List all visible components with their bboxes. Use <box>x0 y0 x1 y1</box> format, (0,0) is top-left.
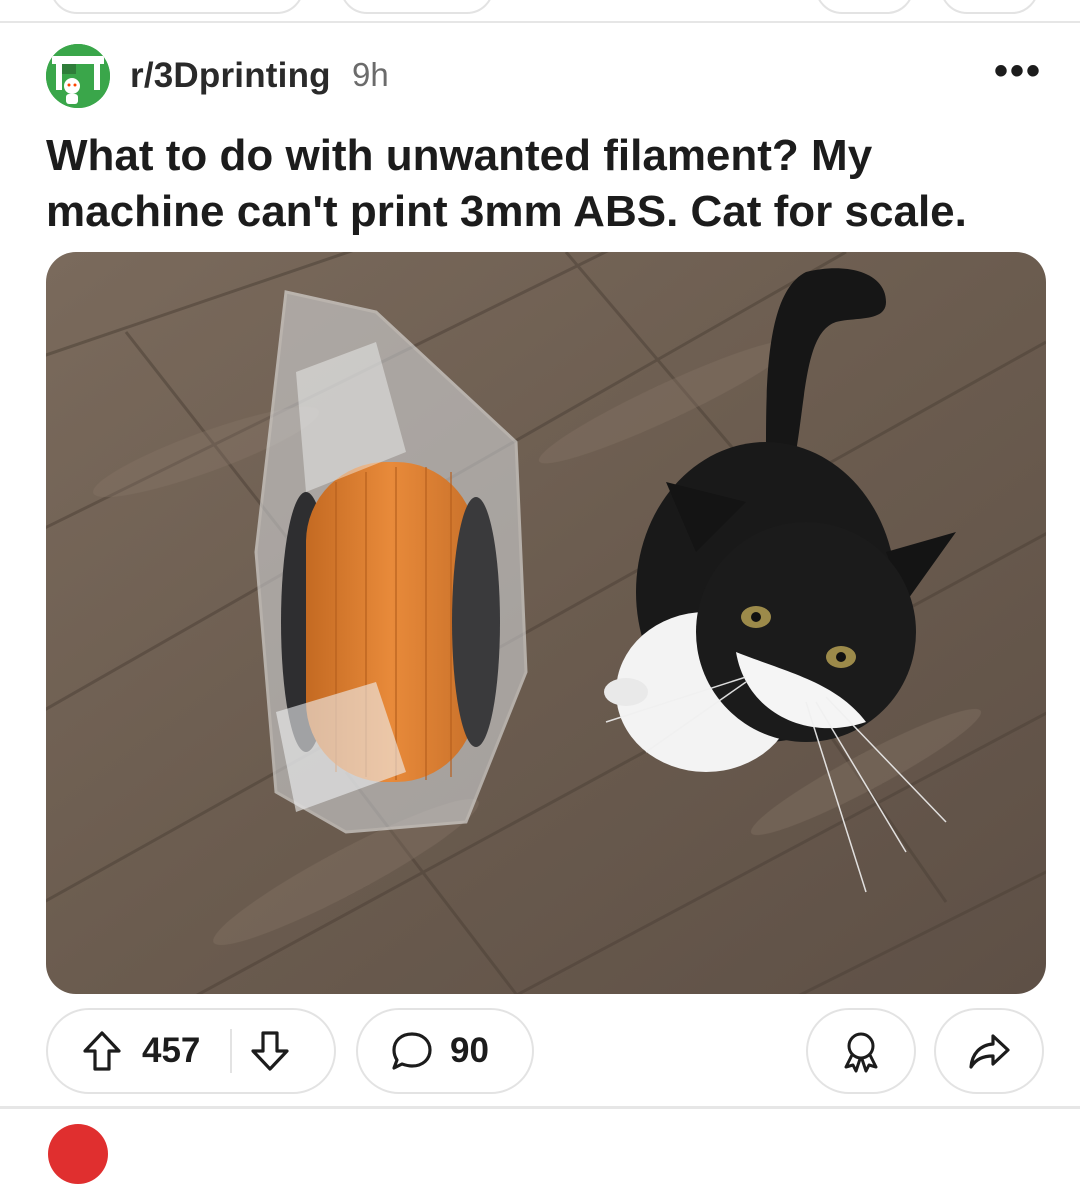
prev-share-pill[interactable] <box>940 0 1039 14</box>
comment-count: 90 <box>450 1031 489 1070</box>
subreddit-avatar[interactable] <box>46 44 110 108</box>
subreddit-name[interactable]: r/3Dprinting <box>130 56 331 96</box>
vote-divider <box>230 1029 233 1073</box>
vote-group: 457 <box>46 1008 336 1094</box>
award-icon <box>839 1029 883 1073</box>
share-icon <box>967 1031 1011 1071</box>
vote-score: 457 <box>142 1031 201 1070</box>
comment-bubble-icon <box>390 1030 434 1072</box>
post-age: 9h <box>352 56 389 93</box>
upvote-icon[interactable] <box>82 1030 122 1072</box>
share-button[interactable] <box>934 1008 1044 1094</box>
post-divider <box>0 21 1080 23</box>
post-image[interactable] <box>46 252 1046 994</box>
post-divider-bottom <box>0 1106 1080 1109</box>
award-button[interactable] <box>806 1008 916 1094</box>
more-options-icon[interactable]: ••• <box>994 51 1042 91</box>
previous-post-actions <box>0 0 1080 23</box>
comments-button[interactable]: 90 <box>356 1008 534 1094</box>
post-title[interactable]: What to do with unwanted filament? My ma… <box>46 128 1046 240</box>
prev-award-pill[interactable] <box>815 0 914 14</box>
prev-comment-pill[interactable] <box>340 0 494 14</box>
downvote-icon[interactable] <box>250 1030 290 1072</box>
next-post-avatar[interactable] <box>48 1124 108 1184</box>
prev-vote-pill[interactable] <box>50 0 304 14</box>
